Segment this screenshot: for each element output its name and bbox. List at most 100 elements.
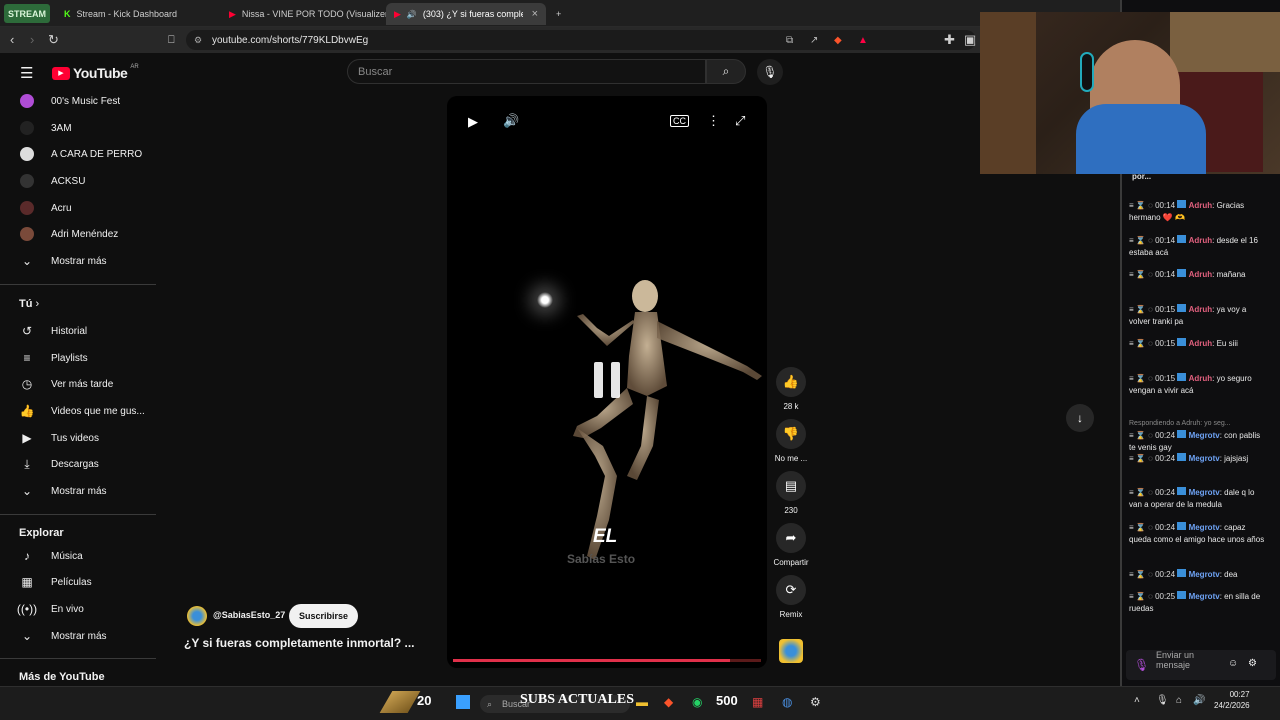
microphone-tray-icon[interactable]: 🎙 (1156, 695, 1169, 706)
tab-kick-dashboard[interactable]: K Stream - Kick Dashboard (56, 3, 221, 25)
brave-icon[interactable]: ◆ (664, 695, 673, 709)
sidebar-item-liked-videos[interactable]: 👍 Videos que me gus... (0, 398, 158, 424)
chat-username[interactable]: Adruh (1189, 305, 1213, 314)
subscription-item[interactable]: 00's Music Fest (0, 88, 158, 114)
file-explorer-icon[interactable]: ▬ (636, 695, 648, 709)
chat-message[interactable]: ≡ ⌛ ◌ 00:24 Megrotv: capaz queda como el… (1129, 522, 1269, 546)
whatsapp-icon[interactable]: ◉ (692, 695, 702, 709)
chat-message[interactable]: ≡ ⌛ ◌ 00:15 Adruh: ya voy a volver trank… (1129, 304, 1269, 328)
dislike-action[interactable]: 👎 No me ... (772, 419, 810, 463)
comment-icon[interactable]: ▤ (776, 471, 806, 501)
forward-icon[interactable]: › (30, 32, 34, 48)
show-more-explore[interactable]: ⌄ Mostrar más (0, 623, 158, 649)
close-tab-icon[interactable]: × (532, 8, 538, 20)
stream-profile-badge[interactable]: STREAM (4, 4, 50, 23)
next-short-button[interactable]: ↓ (1066, 404, 1094, 432)
chat-username[interactable]: Megrotv (1189, 592, 1220, 601)
shorts-player[interactable]: ▶ 🔊 CC ⋮ ⤢ EL Sabías Esto (447, 96, 767, 668)
pause-overlay-icon[interactable] (592, 362, 622, 398)
chat-username[interactable]: Adruh (1189, 339, 1213, 348)
chevron-up-icon[interactable]: ˄ (1134, 695, 1140, 706)
sidebar-toggle-icon[interactable]: ▣ (964, 32, 976, 48)
chat-username[interactable]: Megrotv (1189, 570, 1220, 579)
video-progress-bar[interactable] (453, 659, 761, 662)
subscription-item[interactable]: Acru (0, 195, 158, 221)
settings-icon[interactable]: ⚙ (1248, 658, 1257, 669)
site-info-icon[interactable]: ⚙ (194, 35, 202, 46)
remix-icon[interactable]: ⟳ (776, 575, 806, 605)
open-in-app-icon[interactable]: ⧉ (786, 35, 793, 46)
chat-message[interactable]: ≡ ⌛ ◌ 00:15 Adruh: Eu siii (1129, 338, 1269, 350)
sidebar-item-live[interactable]: ((•)) En vivo (0, 596, 158, 622)
sidebar-item-movies[interactable]: ▦ Películas (0, 569, 158, 595)
brave-shield-icon[interactable]: ◆ (834, 35, 842, 46)
emote-icon[interactable]: ☺ (1228, 658, 1238, 669)
short-title[interactable]: ¿Y si fueras completamente inmortal? ... (184, 636, 415, 650)
network-icon[interactable]: ⌂ (1176, 695, 1182, 706)
chat-input[interactable]: 🎙 Enviar un mensaje ☺ ⚙ (1126, 650, 1276, 680)
chat-username[interactable]: Megrotv (1189, 523, 1220, 532)
chat-username[interactable]: Megrotv (1189, 431, 1220, 440)
share-icon[interactable]: ↗ (810, 35, 818, 46)
sidebar-item-your-videos[interactable]: ▶ Tus videos (0, 425, 158, 451)
new-tab-button[interactable]: + (548, 3, 568, 25)
sidebar-item-history[interactable]: ↺ Historial (0, 318, 158, 344)
extensions-icon[interactable]: ✚ (944, 32, 955, 48)
microphone-icon[interactable]: 🎙 (1134, 658, 1149, 672)
search-input[interactable]: Buscar (347, 59, 706, 84)
you-section-heading[interactable]: Tú › (19, 298, 39, 310)
bookmark-icon[interactable]: ⎕ (168, 32, 175, 48)
chat-username[interactable]: Adruh (1189, 236, 1213, 245)
subscribe-button[interactable]: Suscribirse (289, 604, 359, 628)
more-options-icon[interactable]: ⋮ (707, 113, 720, 129)
subscription-item[interactable]: 3AM (0, 115, 158, 141)
sidebar-item-watch-later[interactable]: ◷ Ver más tarde (0, 371, 158, 397)
comments-action[interactable]: ▤ 230 (772, 471, 810, 515)
volume-icon[interactable]: 🔊 (503, 113, 519, 129)
tab-nissa-visualizer[interactable]: ▶ Nissa - VINE POR TODO (Visualizer) (221, 3, 386, 25)
volume-tray-icon[interactable]: 🔊 (1193, 695, 1205, 706)
search-button[interactable]: ⌕ (706, 59, 746, 84)
share-arrow-icon[interactable]: ➦ (776, 523, 806, 553)
chat-username[interactable]: Megrotv (1189, 488, 1220, 497)
chat-username[interactable]: Megrotv (1189, 454, 1220, 463)
play-icon[interactable]: ▶ (468, 114, 478, 130)
sidebar-item-music[interactable]: ♪ Música (0, 543, 158, 569)
clock[interactable]: 00:27 24/2/2026 (1214, 689, 1250, 711)
back-icon[interactable]: ‹ (10, 32, 14, 48)
thumbs-up-icon[interactable]: 👍 (776, 367, 806, 397)
app-icon[interactable]: ◍ (782, 695, 792, 709)
reload-icon[interactable]: ↻ (48, 32, 59, 48)
remix-action[interactable]: ⟳ Remix (772, 575, 810, 619)
channel-handle[interactable]: @SabiasEsto_27 (213, 610, 285, 620)
chat-message[interactable]: ≡ ⌛ ◌ 00:14 Adruh: mañana (1129, 269, 1269, 281)
obs-icon[interactable]: ▦ (752, 695, 763, 709)
chat-message[interactable]: ≡ ⌛ ◌ 00:25 Megrotv: en silla de ruedas (1129, 591, 1269, 615)
subscription-item[interactable]: A CARA DE PERRO (0, 141, 158, 167)
voice-search-button[interactable]: 🎙 (757, 59, 783, 85)
captions-icon[interactable]: CC (670, 115, 689, 127)
chat-message[interactable]: ≡ ⌛ ◌ 00:14 Adruh: Gracias hermano ❤️ 🫶 (1129, 200, 1269, 224)
tab-youtube-short[interactable]: ▶ 🔊 (303) ¿Y si fueras completame × (386, 3, 546, 25)
chat-message[interactable]: ≡ ⌛ ◌ 00:24 Megrotv: jajsjasj (1129, 453, 1269, 465)
url-field[interactable]: ⚙ youtube.com/shorts/779KLDbvwEg ⧉ ↗ ◆ ▲ (186, 30, 976, 50)
chat-username[interactable]: Adruh (1189, 270, 1213, 279)
rewards-icon[interactable]: ▲ (858, 35, 868, 46)
chat-message[interactable]: ≡ ⌛ ◌ 00:15 Adruh: yo seguro vengan a vi… (1129, 373, 1269, 397)
chat-message[interactable]: ≡ ⌛ ◌ 00:24 Megrotv: dale q lo van a ope… (1129, 487, 1269, 511)
chat-message[interactable]: ≡ ⌛ ◌ 00:24 Megrotv: dea (1129, 569, 1269, 581)
show-more-subscriptions[interactable]: ⌄ Mostrar más (0, 248, 158, 274)
fullscreen-icon[interactable]: ⤢ (735, 113, 745, 129)
chat-message[interactable]: ≡ ⌛ ◌ 00:14 Adruh: desde el 16 estaba ac… (1129, 235, 1269, 259)
audio-track-thumbnail[interactable] (779, 639, 803, 663)
sidebar-item-downloads[interactable]: ⤓ Descargas (0, 451, 158, 477)
thumbs-down-icon[interactable]: 👎 (776, 419, 806, 449)
chat-message[interactable]: Respondiendo a Adruh: yo seg... ≡ ⌛ ◌ 00:… (1129, 418, 1269, 454)
subscription-item[interactable]: ACKSU (0, 168, 158, 194)
show-more-you[interactable]: ⌄ Mostrar más (0, 478, 158, 504)
chat-username[interactable]: Adruh (1189, 201, 1213, 210)
sidebar-item-playlists[interactable]: ≡ Playlists (0, 345, 158, 371)
share-action[interactable]: ➦ Compartir (772, 523, 810, 567)
subscription-item[interactable]: Adri Menéndez (0, 221, 158, 247)
windows-start-icon[interactable] (456, 695, 470, 712)
